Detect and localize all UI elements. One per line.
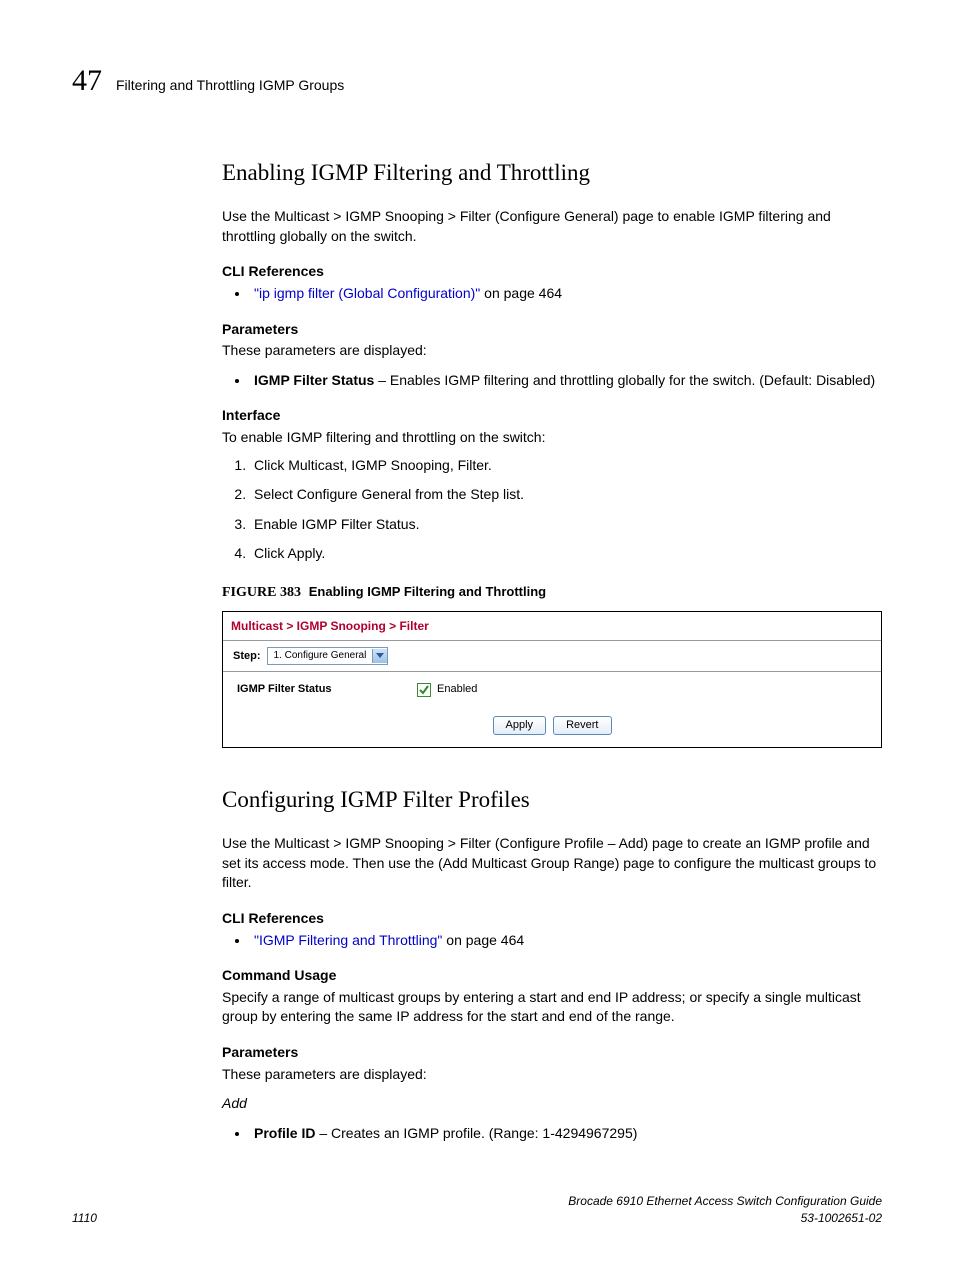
add-subhead: Add — [222, 1094, 882, 1114]
header-title: Filtering and Throttling IGMP Groups — [116, 76, 344, 96]
step-item: Enable IGMP Filter Status. — [250, 515, 882, 535]
step-select[interactable]: 1. Configure General — [267, 647, 389, 665]
ui-filter-status-row: IGMP Filter Status Enabled — [233, 682, 871, 697]
param-desc-2: – Creates an IGMP profile. (Range: 1-429… — [315, 1125, 637, 1141]
apply-button[interactable]: Apply — [493, 716, 547, 735]
step-select-value: 1. Configure General — [268, 649, 373, 663]
cli-references-label-2: CLI References — [222, 909, 882, 929]
interface-label: Interface — [222, 406, 882, 426]
parameters-intro: These parameters are displayed: — [222, 341, 882, 361]
figure-label: FIGURE 383 — [222, 585, 301, 600]
chapter-number: 47 — [72, 60, 102, 102]
cli-ref-suffix-2: on page 464 — [442, 932, 524, 948]
enabled-checkbox[interactable] — [417, 683, 431, 697]
command-usage-label: Command Usage — [222, 966, 882, 986]
figure-caption: FIGURE 383 Enabling IGMP Filtering and T… — [222, 582, 882, 603]
cli-ref-item: "ip igmp filter (Global Configuration)" … — [250, 284, 882, 304]
interface-intro: To enable IGMP filtering and throttling … — [222, 428, 882, 448]
step-label: Step: — [233, 649, 261, 664]
page-number: 1110 — [72, 1210, 97, 1227]
section-heading-enabling: Enabling IGMP Filtering and Throttling — [222, 157, 882, 189]
param-desc: – Enables IGMP filtering and throttling … — [374, 372, 875, 388]
step-item: Click Multicast, IGMP Snooping, Filter. — [250, 456, 882, 476]
param-item: Profile ID – Creates an IGMP profile. (R… — [250, 1124, 882, 1144]
section-heading-configuring: Configuring IGMP Filter Profiles — [222, 784, 882, 816]
doc-number: 53-1002651-02 — [801, 1211, 882, 1225]
interface-steps: Click Multicast, IGMP Snooping, Filter. … — [222, 456, 882, 564]
parameters-intro-2: These parameters are displayed: — [222, 1065, 882, 1085]
checkbox-label: Enabled — [437, 682, 477, 697]
section2-intro: Use the Multicast > IGMP Snooping > Filt… — [222, 834, 882, 893]
section1-intro: Use the Multicast > IGMP Snooping > Filt… — [222, 207, 882, 246]
page-footer: 1110 Brocade 6910 Ethernet Access Switch… — [72, 1193, 882, 1227]
ui-screenshot: Multicast > IGMP Snooping > Filter Step:… — [222, 611, 882, 749]
step-item: Select Configure General from the Step l… — [250, 485, 882, 505]
parameters-label-2: Parameters — [222, 1043, 882, 1063]
param-name-2: Profile ID — [254, 1125, 315, 1141]
command-usage-text: Specify a range of multicast groups by e… — [222, 988, 882, 1027]
param-item: IGMP Filter Status – Enables IGMP filter… — [250, 371, 882, 391]
cli-ref-item: "IGMP Filtering and Throttling" on page … — [250, 931, 882, 951]
chevron-down-icon — [372, 649, 387, 663]
page-header: 47 Filtering and Throttling IGMP Groups — [72, 60, 882, 102]
cli-references-label: CLI References — [222, 262, 882, 282]
figure-title: Enabling IGMP Filtering and Throttling — [309, 584, 546, 599]
cli-ref-suffix: on page 464 — [480, 285, 562, 301]
step-item: Click Apply. — [250, 544, 882, 564]
parameters-label: Parameters — [222, 320, 882, 340]
filter-status-label: IGMP Filter Status — [233, 682, 417, 697]
cli-ref-link[interactable]: "ip igmp filter (Global Configuration)" — [254, 285, 480, 301]
cli-ref-link-2[interactable]: "IGMP Filtering and Throttling" — [254, 932, 442, 948]
revert-button[interactable]: Revert — [553, 716, 611, 735]
ui-step-row: Step: 1. Configure General — [223, 641, 881, 672]
ui-breadcrumb: Multicast > IGMP Snooping > Filter — [223, 612, 881, 642]
param-name: IGMP Filter Status — [254, 372, 374, 388]
doc-title: Brocade 6910 Ethernet Access Switch Conf… — [568, 1194, 882, 1208]
